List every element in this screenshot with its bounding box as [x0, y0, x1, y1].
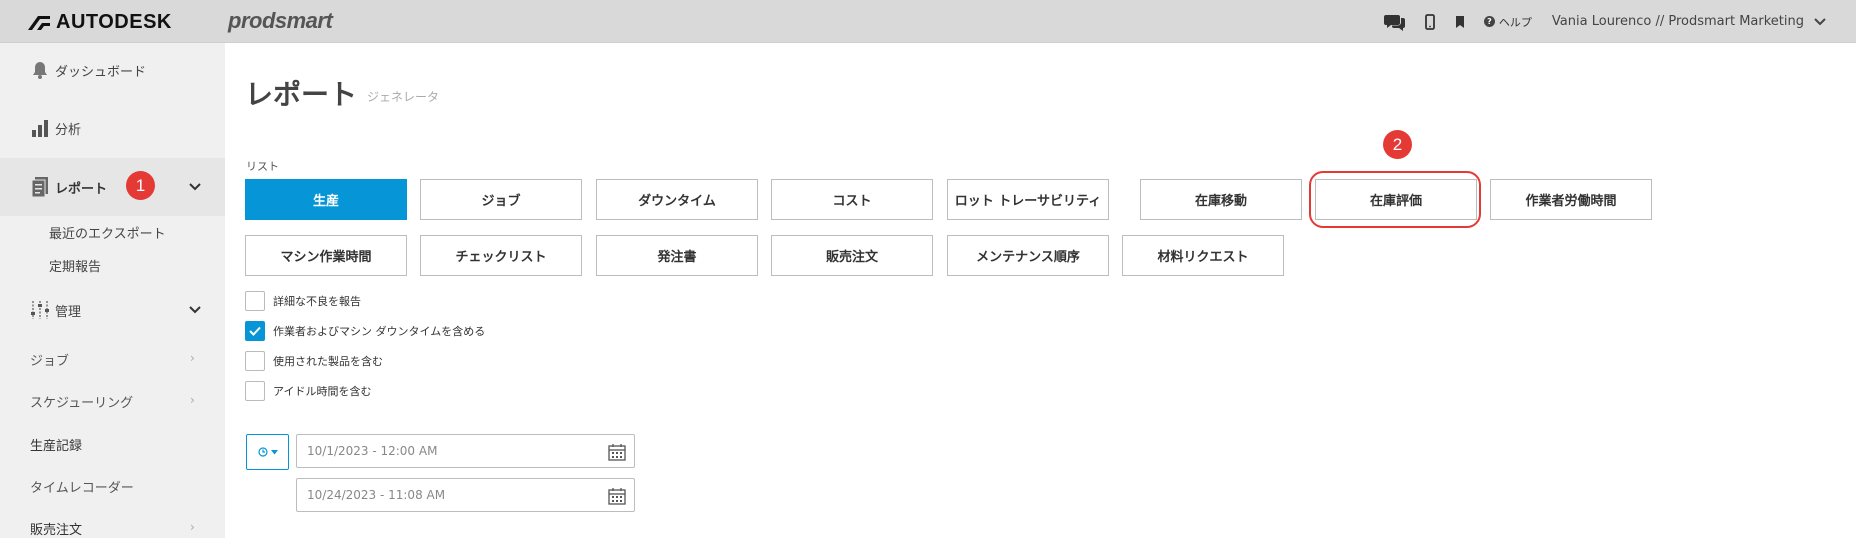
- report-button-maintenance-orders[interactable]: メンテナンス順序: [947, 235, 1109, 276]
- report-button-jobs[interactable]: ジョブ: [420, 179, 582, 220]
- report-button-material-requests[interactable]: 材料リクエスト: [1122, 235, 1284, 276]
- sidebar-item-scheduling[interactable]: スケジューリング: [30, 392, 133, 411]
- help-icon: ?: [1483, 16, 1495, 27]
- brand-name: AUTODESK: [56, 11, 172, 33]
- caret-down-icon: [270, 449, 278, 454]
- sidebar-item-label: 分析: [55, 122, 82, 138]
- sidebar-item-label: レポート: [55, 181, 108, 197]
- checkbox[interactable]: [245, 351, 265, 371]
- bar-chart-icon: [29, 118, 51, 138]
- step-1-badge: 1: [126, 171, 155, 200]
- sidebar-item-reports[interactable]: レポート: [0, 158, 225, 216]
- user-label: Vania Lourenco // Prodsmart Marketing: [1551, 14, 1804, 29]
- chevron-right-icon: ›: [190, 393, 195, 407]
- calendar-icon[interactable]: [608, 443, 626, 461]
- report-button-machine-time[interactable]: マシン作業時間: [245, 235, 407, 276]
- sidebar-item-time-recorder[interactable]: タイムレコーダー: [30, 477, 134, 496]
- option-include-downtime[interactable]: 作業者およびマシン ダウンタイムを含める: [245, 321, 485, 341]
- bookmark-icon[interactable]: [1454, 15, 1466, 29]
- chevron-down-icon: [189, 306, 201, 314]
- help-label: ヘルプ: [1498, 15, 1532, 29]
- option-label: 詳細な不良を報告: [273, 295, 361, 308]
- step-2-badge: 2: [1383, 130, 1412, 159]
- date-preset-button[interactable]: [246, 434, 289, 470]
- sidebar-item-analytics[interactable]: 分析: [0, 113, 225, 143]
- report-button-worker-labor-time[interactable]: 作業者労働時間: [1490, 179, 1652, 220]
- sidebar-item-label: ジョブ: [30, 354, 70, 369]
- option-include-used-products[interactable]: 使用された製品を含む: [245, 351, 383, 371]
- calendar-icon[interactable]: [608, 487, 626, 505]
- option-label: アイドル時間を含む: [273, 385, 372, 398]
- sidebar-item-label: スケジューリング: [30, 396, 134, 411]
- date-to-value: 10/24/2023 - 11:08 AM: [307, 488, 446, 502]
- report-button-cost[interactable]: コスト: [771, 179, 933, 220]
- date-from-field[interactable]: 10/1/2023 - 12:00 AM: [296, 434, 635, 468]
- checkbox[interactable]: [245, 291, 265, 311]
- option-label: 作業者およびマシン ダウンタイムを含める: [273, 325, 486, 338]
- sidebar-item-management[interactable]: 管理: [0, 294, 225, 326]
- checkbox[interactable]: [245, 381, 265, 401]
- list-label: リスト: [246, 160, 279, 173]
- page-subtitle: ジェネレータ: [367, 90, 440, 104]
- report-button-inventory-movement[interactable]: 在庫移動: [1140, 179, 1302, 220]
- option-detailed-defects[interactable]: 詳細な不良を報告: [245, 291, 361, 311]
- report-button-purchase-orders[interactable]: 発注書: [596, 235, 758, 276]
- clock-icon: [257, 447, 268, 457]
- sidebar-item-label: タイムレコーダー: [30, 481, 134, 496]
- sidebar-item-label: 販売注文: [30, 523, 83, 538]
- highlight-ring: [1309, 171, 1481, 228]
- help-link[interactable]: ? ヘルプ: [1483, 14, 1532, 30]
- sidebar-subitem-scheduled-reports[interactable]: 定期報告: [49, 256, 101, 275]
- chevron-right-icon: ›: [190, 351, 195, 365]
- bell-icon: [29, 60, 51, 80]
- sidebar-subitem-recent-exports[interactable]: 最近のエクスポート: [49, 223, 166, 242]
- user-menu[interactable]: Vania Lourenco // Prodsmart Marketing: [1552, 14, 1826, 29]
- report-button-checklist[interactable]: チェックリスト: [420, 235, 582, 276]
- checkbox[interactable]: [245, 321, 265, 341]
- sidebar-item-jobs[interactable]: ジョブ: [30, 350, 69, 369]
- report-button-lot-traceability[interactable]: ロット トレーサビリティ: [947, 179, 1109, 220]
- document-icon: [29, 176, 51, 198]
- date-from-value: 10/1/2023 - 12:00 AM: [307, 444, 438, 458]
- sidebar-item-label: 生産記録: [30, 439, 83, 454]
- sidebar-item-dashboard[interactable]: ダッシュボード: [0, 55, 225, 85]
- chevron-right-icon: ›: [190, 520, 195, 534]
- report-button-sales-orders[interactable]: 販売注文: [771, 235, 933, 276]
- chevron-down-icon: [189, 183, 201, 191]
- chat-icon[interactable]: [1383, 13, 1406, 31]
- top-bar: AUTODESK prodsmart ? ヘルプ Vania Lourenco …: [0, 0, 1856, 43]
- report-button-production[interactable]: 生産: [245, 179, 407, 220]
- mobile-icon[interactable]: [1424, 13, 1436, 30]
- option-label: 使用された製品を含む: [273, 355, 383, 368]
- check-icon: [249, 326, 261, 336]
- autodesk-mark-icon: [28, 15, 50, 30]
- sidebar-item-label: ダッシュボード: [55, 64, 147, 80]
- chevron-down-icon: [1814, 17, 1826, 25]
- sidebar-item-production-records[interactable]: 生産記録: [30, 435, 82, 454]
- date-to-field[interactable]: 10/24/2023 - 11:08 AM: [296, 478, 635, 512]
- autodesk-logo[interactable]: AUTODESK: [28, 11, 172, 34]
- sidebar-item-label: 管理: [55, 304, 82, 320]
- sliders-icon: [29, 300, 51, 320]
- option-include-idle-time[interactable]: アイドル時間を含む: [245, 381, 371, 401]
- sidebar-item-sales-orders[interactable]: 販売注文: [30, 519, 82, 538]
- page-title: レポート: [245, 78, 358, 111]
- product-logo[interactable]: prodsmart: [228, 8, 333, 34]
- report-button-downtime[interactable]: ダウンタイム: [596, 179, 758, 220]
